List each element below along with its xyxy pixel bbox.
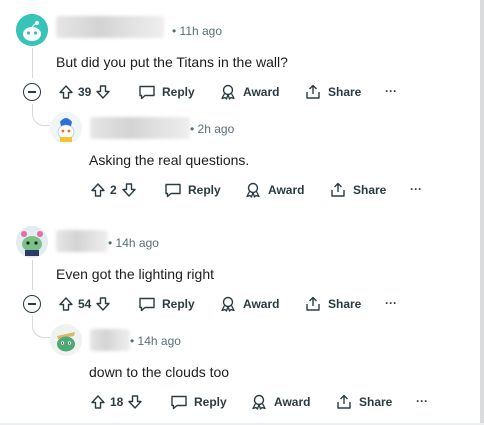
more-options-icon: ··· — [416, 394, 428, 408]
share-button[interactable]: Share — [329, 179, 386, 201]
more-options-button[interactable]: ··· — [385, 80, 397, 102]
award-icon — [219, 84, 237, 100]
award-icon — [244, 182, 262, 198]
collapse-thread-button[interactable] — [23, 83, 41, 101]
more-options-button[interactable]: ··· — [416, 390, 428, 412]
more-options-button[interactable]: ··· — [385, 292, 397, 314]
thread-line — [32, 48, 33, 78]
award-label: Award — [243, 85, 280, 99]
username-redacted[interactable] — [56, 16, 164, 38]
vote-count: 54 — [78, 297, 92, 311]
reply-button[interactable]: Reply — [138, 81, 195, 103]
vote-count: 2 — [110, 183, 117, 197]
downvote-arrow-icon[interactable] — [121, 182, 137, 198]
comment-bubble-icon — [164, 182, 182, 198]
vote-count: 39 — [78, 85, 92, 99]
share-button[interactable]: Share — [335, 391, 392, 413]
upvote-button[interactable]: 39 — [58, 81, 111, 103]
avatar[interactable] — [16, 14, 48, 46]
more-options-icon: ··· — [385, 296, 397, 310]
share-label: Share — [328, 297, 362, 311]
avatar[interactable] — [16, 226, 48, 258]
upvote-button[interactable]: 18 — [90, 391, 143, 413]
award-icon — [250, 394, 268, 410]
comment-meta: • 14h ago — [130, 334, 181, 348]
downvote-arrow-icon[interactable] — [127, 394, 143, 410]
reply-button[interactable]: Reply — [170, 391, 227, 413]
more-options-icon: ··· — [410, 182, 422, 196]
share-icon — [304, 84, 322, 100]
comment-text: down to the clouds too — [89, 364, 230, 380]
award-label: Award — [243, 297, 280, 311]
reply-label: Reply — [188, 183, 221, 197]
comment-bubble-icon — [138, 84, 156, 100]
upvote-button[interactable]: 54 — [58, 293, 111, 315]
reply-connector — [32, 110, 50, 126]
comment-meta: • 14h ago — [108, 236, 159, 250]
comment-text: Even got the lighting right — [56, 266, 214, 282]
comment-bubble-icon — [170, 394, 188, 410]
award-label: Award — [268, 183, 305, 197]
timestamp[interactable]: 11h ago — [180, 24, 223, 38]
upvote-button[interactable]: 2 — [90, 179, 137, 201]
thread-line — [32, 260, 33, 290]
snoo-avatar-icon — [50, 112, 82, 144]
vote-count: 18 — [110, 395, 124, 409]
more-options-icon: ··· — [385, 84, 397, 98]
upvote-arrow-icon — [58, 84, 74, 100]
share-label: Share — [359, 395, 393, 409]
timestamp[interactable]: 14h ago — [138, 334, 181, 348]
more-options-button[interactable]: ··· — [410, 178, 422, 200]
reply-label: Reply — [162, 297, 195, 311]
meta-separator: • — [190, 122, 195, 136]
timestamp[interactable]: 14h ago — [116, 236, 159, 250]
reply-label: Reply — [162, 85, 195, 99]
snoo-avatar-icon — [16, 14, 48, 46]
reply-label: Reply — [194, 395, 227, 409]
meta-separator: • — [108, 236, 113, 250]
comment-text: Asking the real questions. — [89, 152, 250, 168]
reply-button[interactable]: Reply — [164, 179, 221, 201]
award-label: Award — [274, 395, 311, 409]
comment-bubble-icon — [138, 296, 156, 312]
avatar[interactable] — [50, 112, 82, 144]
timestamp[interactable]: 2h ago — [198, 122, 235, 136]
share-button[interactable]: Share — [304, 293, 361, 315]
upvote-arrow-icon — [58, 296, 74, 312]
share-icon — [304, 296, 322, 312]
scrollbar-track[interactable] — [480, 0, 484, 425]
collapse-thread-button[interactable] — [23, 295, 41, 313]
avatar[interactable] — [50, 324, 82, 356]
share-label: Share — [353, 183, 387, 197]
snoo-avatar-icon — [50, 324, 82, 356]
award-icon — [219, 296, 237, 312]
share-icon — [329, 182, 347, 198]
reply-button[interactable]: Reply — [138, 293, 195, 315]
share-icon — [335, 394, 353, 410]
username-redacted[interactable] — [90, 117, 190, 139]
comment-meta: • 11h ago — [172, 24, 222, 38]
award-button[interactable]: Award — [219, 81, 279, 103]
share-button[interactable]: Share — [304, 81, 361, 103]
username-redacted[interactable] — [56, 230, 108, 252]
meta-separator: • — [130, 334, 135, 348]
downvote-arrow-icon[interactable] — [95, 296, 111, 312]
comment-text: But did you put the Titans in the wall? — [56, 54, 288, 70]
downvote-arrow-icon[interactable] — [95, 84, 111, 100]
comment-meta: • 2h ago — [190, 122, 234, 136]
upvote-arrow-icon — [90, 182, 106, 198]
reply-connector — [32, 322, 50, 338]
username-redacted[interactable] — [90, 329, 130, 351]
upvote-arrow-icon — [90, 394, 106, 410]
award-button[interactable]: Award — [250, 391, 310, 413]
meta-separator: • — [172, 24, 177, 38]
snoo-avatar-icon — [16, 226, 48, 258]
award-button[interactable]: Award — [244, 179, 304, 201]
share-label: Share — [328, 85, 362, 99]
award-button[interactable]: Award — [219, 293, 279, 315]
